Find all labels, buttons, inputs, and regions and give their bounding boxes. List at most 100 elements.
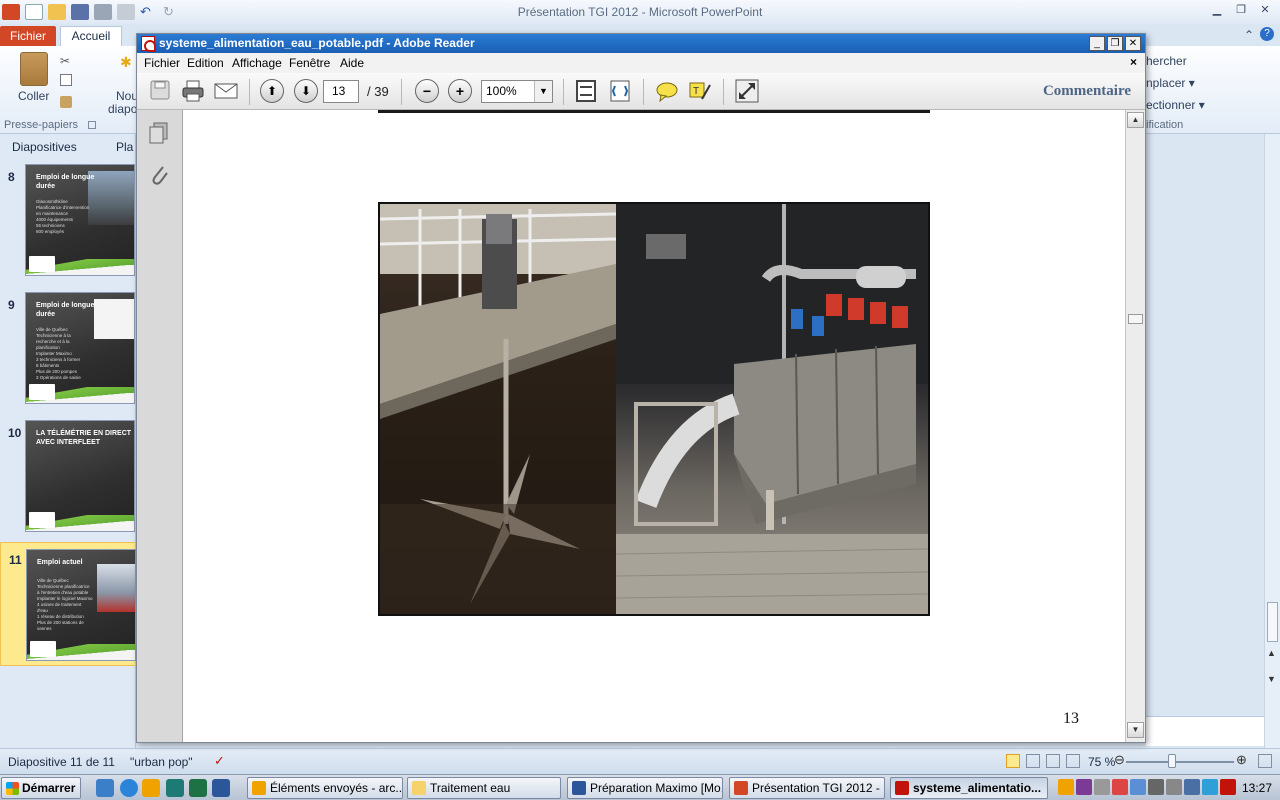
fit-width-icon[interactable] — [608, 79, 632, 103]
taskbar-preparation-maximo[interactable]: Préparation Maximo [Mo... — [567, 777, 723, 799]
zoom-in-icon[interactable]: ⊕ — [1236, 752, 1247, 768]
explorer-quicklaunch-icon[interactable] — [96, 779, 114, 797]
slide-thumbnail-10[interactable]: 10 LA TÉLÉMÉTRIE EN DIRECT AVEC INTERFLE… — [0, 418, 136, 538]
zoom-out-icon[interactable]: ⊖ — [1114, 752, 1125, 768]
next-slide-icon[interactable]: ▼ — [1267, 674, 1276, 684]
maximize-icon[interactable]: ❐ — [1232, 3, 1250, 17]
normal-view-icon[interactable] — [1006, 754, 1020, 768]
scroll-thumb[interactable] — [1267, 602, 1278, 642]
tools-tray-icon[interactable] — [1094, 779, 1110, 795]
warning-tray-icon[interactable] — [1112, 779, 1128, 795]
spellcheck-icon[interactable]: ✓ — [214, 753, 225, 769]
replace-button[interactable]: nplacer ▾ — [1146, 76, 1195, 90]
scroll-thumb[interactable] — [1128, 314, 1143, 324]
full-screen-icon[interactable] — [735, 79, 759, 103]
fit-page-icon[interactable] — [574, 79, 598, 103]
find-button[interactable]: hercher — [1146, 54, 1187, 68]
paste-icon[interactable] — [20, 52, 48, 86]
email-icon[interactable] — [214, 79, 238, 103]
highlight-text-icon[interactable]: T — [688, 79, 712, 103]
menu-fichier[interactable]: Fichier — [144, 56, 180, 70]
new-slide-icon[interactable]: ✱ — [120, 54, 132, 71]
menu-fenetre[interactable]: Fenêtre — [289, 56, 330, 70]
tab-accueil[interactable]: Accueil — [60, 26, 122, 46]
onenote-tray-icon[interactable] — [1076, 779, 1092, 795]
zoom-slider-thumb[interactable] — [1168, 754, 1176, 768]
page-number-input[interactable]: 13 — [323, 80, 359, 103]
network-tray-icon[interactable] — [1148, 779, 1164, 795]
close-icon[interactable]: ✕ — [1125, 36, 1141, 51]
security-tray-icon[interactable] — [1130, 779, 1146, 795]
slide-thumbnail-9[interactable]: 9 Emploi de longue durée Ville de Québec… — [0, 290, 136, 410]
adobe-tray-icon[interactable] — [1220, 779, 1236, 795]
taskbar-adobe-reader[interactable]: systeme_alimentatio... — [890, 777, 1048, 799]
tab-diapositives[interactable]: Diapositives — [12, 138, 77, 156]
outlook-quicklaunch-icon[interactable] — [142, 779, 160, 797]
ppt-editing-group: hercher nplacer ▾ ectionner ▾ ification — [1146, 46, 1280, 748]
previous-page-icon[interactable]: ⬆ — [260, 79, 284, 103]
copy-icon[interactable] — [60, 74, 72, 86]
tab-plan[interactable]: Pla — [116, 138, 133, 156]
task-label: Éléments envoyés - arc... — [270, 781, 403, 795]
menu-edition[interactable]: Edition — [187, 56, 224, 70]
zoom-out-icon[interactable]: − — [415, 79, 439, 103]
save-icon[interactable] — [149, 79, 173, 103]
antivirus-tray-icon[interactable] — [1202, 779, 1218, 795]
new-slide-button-line2[interactable]: diapo — [108, 102, 137, 116]
close-document-icon[interactable]: × — [1130, 55, 1137, 69]
previous-slide-icon[interactable]: ▲ — [1267, 648, 1276, 658]
menu-aide[interactable]: Aide — [340, 56, 364, 70]
excel-quicklaunch-icon[interactable] — [189, 779, 207, 797]
minimize-icon[interactable]: ▁ — [1208, 3, 1226, 17]
print-icon[interactable] — [181, 79, 205, 103]
start-button[interactable]: Démarrer — [1, 777, 81, 799]
slide-thumbnail-8[interactable]: 8 Emploi de longue durée Glaxosmithkline… — [0, 162, 136, 282]
ribbon-collapse-icon[interactable]: ⌃ — [1244, 28, 1254, 42]
fit-window-icon[interactable] — [1258, 754, 1272, 768]
slide-sorter-icon[interactable] — [1026, 754, 1040, 768]
reader-title-bar: systeme_alimentation_eau_potable.pdf - A… — [137, 34, 1145, 53]
cut-icon[interactable]: ✂ — [60, 54, 70, 68]
comment-pane-button[interactable]: Commentaire — [1043, 83, 1131, 100]
pdf-document-view[interactable]: 13 — [183, 110, 1125, 742]
format-painter-icon[interactable] — [60, 96, 72, 108]
ppt-status-bar: Diapositive 11 de 11 "urban pop" ✓ 75 % … — [0, 748, 1280, 774]
scroll-up-icon[interactable]: ▲ — [1127, 112, 1144, 128]
next-page-icon[interactable]: ⬇ — [294, 79, 318, 103]
minimize-icon[interactable]: _ — [1089, 36, 1105, 51]
tab-fichier[interactable]: Fichier — [0, 26, 56, 46]
reading-view-icon[interactable] — [1046, 754, 1060, 768]
maximize-icon[interactable]: ❐ — [1107, 36, 1123, 51]
scroll-down-icon[interactable]: ▼ — [1127, 722, 1144, 738]
sticky-note-icon[interactable] — [655, 79, 679, 103]
close-icon[interactable]: ✕ — [1256, 3, 1274, 17]
help-icon[interactable]: ? — [1260, 27, 1274, 41]
volume-tray-icon[interactable] — [1184, 779, 1200, 795]
attachment-paperclip-icon[interactable] — [149, 162, 169, 186]
paste-button[interactable]: Coller — [18, 89, 49, 103]
notes-pane[interactable] — [1146, 716, 1264, 746]
slide-thumbnail-11[interactable]: 11 Emploi actuel Ville de Québec Technic… — [0, 542, 136, 666]
internet-explorer-icon[interactable] — [120, 779, 138, 797]
zoom-level[interactable]: 75 % — [1088, 755, 1115, 769]
wrench-tray-icon[interactable] — [1166, 779, 1182, 795]
zoom-select[interactable]: 100% ▼ — [481, 80, 553, 103]
task-label: Présentation TGI 2012 - ... — [752, 781, 885, 795]
word-quicklaunch-icon[interactable] — [212, 779, 230, 797]
select-button[interactable]: ectionner ▾ — [1146, 98, 1205, 112]
zoom-in-icon[interactable]: + — [448, 79, 472, 103]
ppt-vertical-scrollbar[interactable]: ▲ ▼ — [1264, 134, 1280, 748]
taskbar-traitement-eau[interactable]: Traitement eau — [407, 777, 561, 799]
page-thumbnails-icon[interactable] — [149, 122, 168, 144]
slideshow-icon[interactable] — [1066, 754, 1080, 768]
new-slide-button[interactable]: Nou — [116, 89, 138, 103]
publisher-quicklaunch-icon[interactable] — [166, 779, 184, 797]
dialog-launcher-icon[interactable] — [88, 121, 96, 129]
chevron-down-icon[interactable]: ▼ — [534, 81, 552, 102]
zoom-slider[interactable] — [1126, 761, 1234, 763]
outlook-tray-icon[interactable] — [1058, 779, 1074, 795]
reader-vertical-scrollbar[interactable]: ▲ ▼ — [1125, 110, 1145, 742]
taskbar-presentation-tgi[interactable]: Présentation TGI 2012 - ... — [729, 777, 885, 799]
taskbar-outlook-sent[interactable]: Éléments envoyés - arc... — [247, 777, 403, 799]
menu-affichage[interactable]: Affichage — [232, 56, 282, 70]
